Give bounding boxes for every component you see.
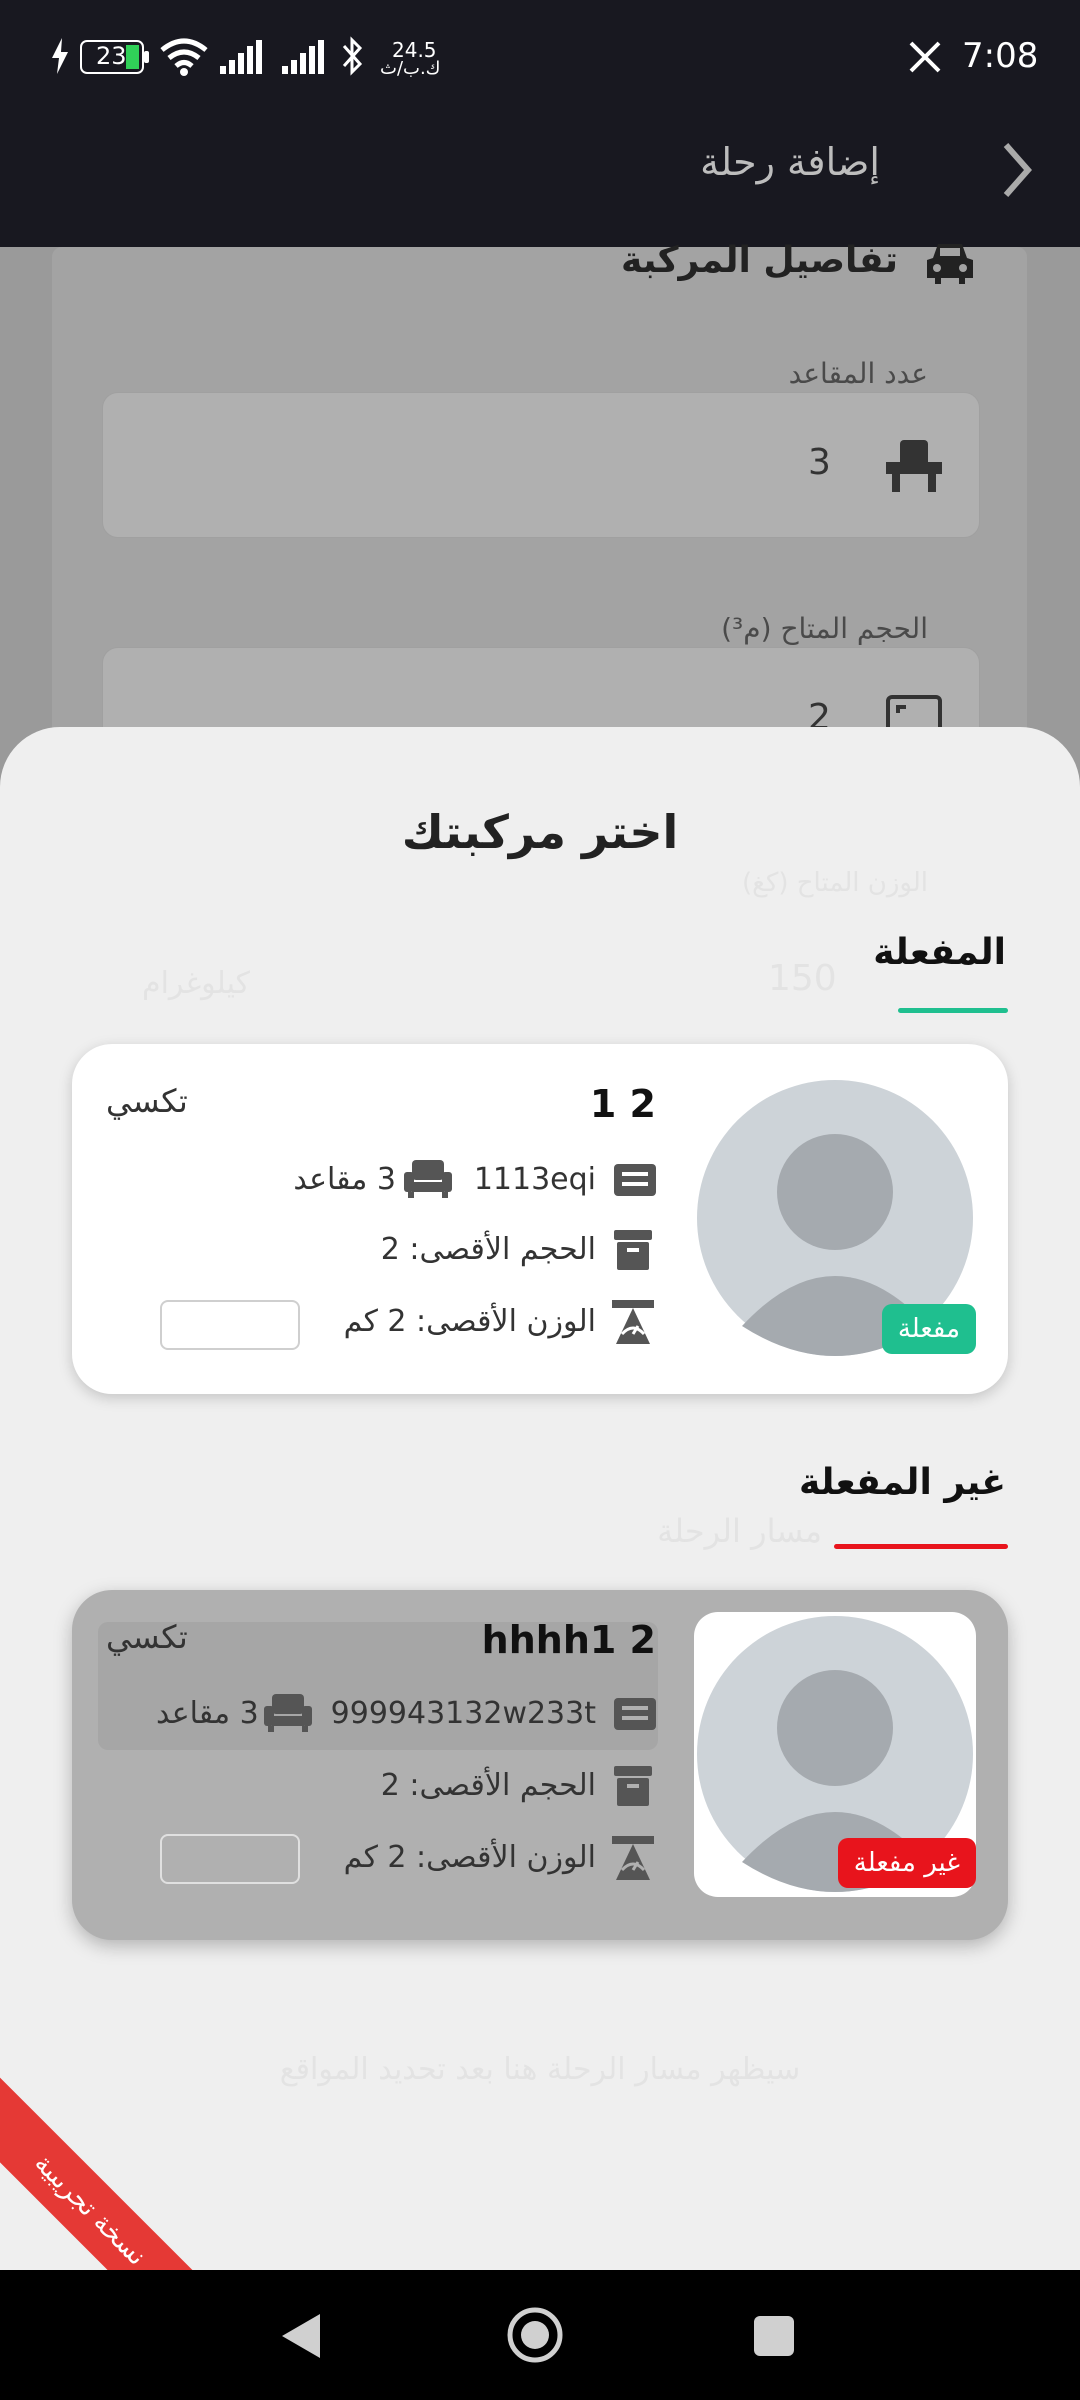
box-icon xyxy=(614,1230,652,1274)
car-icon xyxy=(925,240,975,288)
wifi-icon xyxy=(160,38,208,80)
box-icon xyxy=(614,1766,652,1810)
ghost-route-label: مسار الرحلة xyxy=(657,1512,822,1550)
status-badge-active: مفعلة xyxy=(881,1304,976,1354)
vehicle-name: hhhh1 2 xyxy=(481,1618,656,1662)
vehicle-plate: 1113eqi xyxy=(473,1162,596,1197)
seats-label: عدد المقاعد xyxy=(788,357,928,390)
vehicle-seats: 3 مقاعد xyxy=(293,1162,396,1197)
empty-tag-box xyxy=(160,1300,300,1350)
seats-field[interactable] xyxy=(102,392,980,538)
vehicle-details-title: تفاصيل المركبة xyxy=(621,240,898,281)
vehicle-type: تكسي xyxy=(106,1082,188,1120)
sofa-icon xyxy=(264,1694,312,1736)
scale-icon xyxy=(612,1300,654,1348)
scale-icon xyxy=(612,1836,654,1884)
page-title: إضافة رحلة xyxy=(700,140,880,184)
ghost-weight-unit: كيلوغرام xyxy=(142,966,250,1001)
app-bar xyxy=(0,115,1080,247)
nav-back-icon[interactable] xyxy=(280,2312,322,2364)
plate-icon xyxy=(614,1698,656,1734)
volume-label: الحجم المتاح (م³) xyxy=(721,612,928,645)
vehicle-max-volume: الحجم الأقصى: 2 xyxy=(380,1768,596,1803)
back-chevron-icon[interactable] xyxy=(996,140,1036,204)
sofa-icon xyxy=(404,1160,452,1202)
active-section-underline xyxy=(898,1008,1008,1013)
inactive-section-underline xyxy=(834,1544,1008,1549)
status-badge-inactive: غير مفعلة xyxy=(837,1838,976,1888)
vehicle-seats: 3 مقاعد xyxy=(156,1696,259,1731)
vehicle-type: تكسي xyxy=(106,1618,188,1656)
plate-icon xyxy=(614,1164,656,1200)
bluetooth-icon xyxy=(340,36,366,80)
nav-recents-icon[interactable] xyxy=(754,2316,794,2360)
seat-icon xyxy=(886,440,942,496)
vehicle-max-volume: الحجم الأقصى: 2 xyxy=(380,1232,596,1267)
active-section-title[interactable]: المفعلة xyxy=(873,932,1006,973)
ghost-route-hint: سيظهر مسار الرحلة هنا بعد تحديد المواقع xyxy=(279,2052,801,2087)
x-app-icon xyxy=(908,40,942,78)
inactive-section-title[interactable]: غير المفعلة xyxy=(799,1462,1006,1503)
battery-level: 23 xyxy=(96,42,127,70)
charging-icon xyxy=(50,38,70,78)
vehicle-name: 1 2 xyxy=(589,1082,656,1126)
vehicle-max-weight: الوزن الأقصى: 2 كم xyxy=(343,1840,596,1875)
empty-tag-box xyxy=(160,1834,300,1884)
status-bar: 23 24.5 ك.ب/ث 7:08 xyxy=(0,0,1080,115)
signal-icon-2 xyxy=(282,40,324,78)
ghost-weight-value: 150 xyxy=(768,958,837,999)
signal-icon-1 xyxy=(220,40,262,78)
nav-home-icon[interactable] xyxy=(506,2306,564,2368)
net-speed-unit: ك.ب/ث xyxy=(380,58,441,79)
vehicle-plate: 999943132w233t xyxy=(330,1696,596,1731)
sheet-title: اختر مركبتك xyxy=(401,805,679,859)
vehicle-max-weight: الوزن الأقصى: 2 كم xyxy=(343,1304,596,1339)
ghost-weight-label: الوزن المتاح (كغ) xyxy=(742,868,928,898)
vehicle-card-active[interactable]: مفعلة 1 2 تكسي 1113eqi 3 مقاعد الحجم الأ… xyxy=(72,1044,1008,1394)
seats-value: 3 xyxy=(808,442,831,483)
vehicle-card-inactive[interactable]: غير مفعلة hhhh1 2 تكسي 999943132w233t 3 … xyxy=(72,1590,1008,1940)
system-nav-bar xyxy=(0,2270,1080,2400)
clock: 7:08 xyxy=(962,36,1039,76)
